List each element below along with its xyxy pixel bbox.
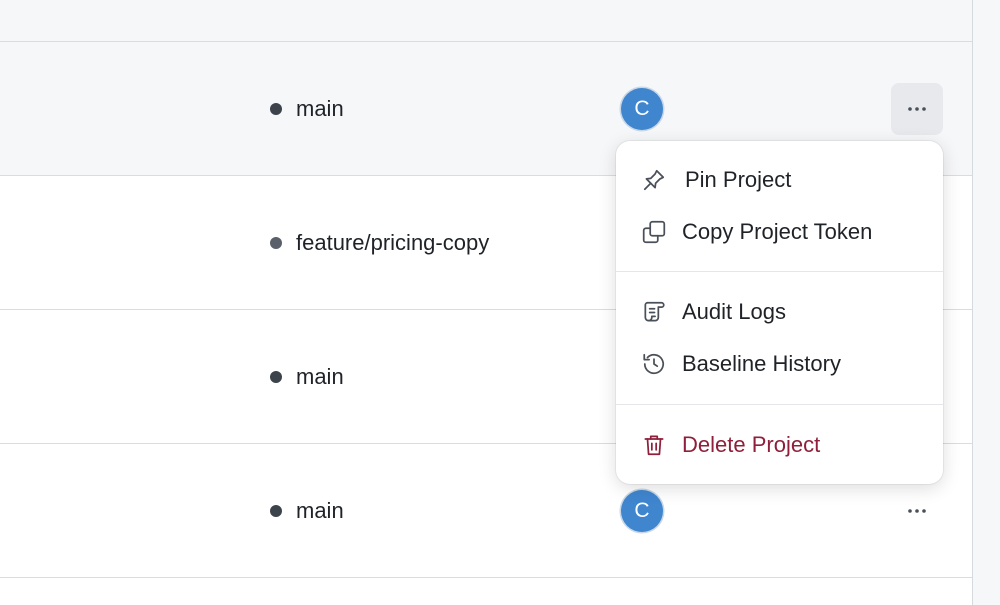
branch-cell: main xyxy=(270,498,344,524)
copy-icon xyxy=(640,218,668,246)
branch-name: main xyxy=(296,497,344,523)
branch-status-dot xyxy=(270,236,282,249)
branch-name: main xyxy=(296,363,344,389)
branch-name: feature/pricing-copy xyxy=(296,229,490,255)
ellipsis-icon xyxy=(908,106,926,111)
project-context-menu: Pin Project Copy Project Token Audit Log… xyxy=(616,141,943,484)
more-options-button[interactable] xyxy=(891,82,943,135)
branch-cell: main xyxy=(270,364,344,390)
menu-item-baseline-history[interactable]: Baseline History xyxy=(616,339,943,389)
history-icon xyxy=(640,350,668,378)
ellipsis-icon xyxy=(908,508,926,513)
menu-item-label: Audit Logs xyxy=(682,299,786,324)
menu-item-label: Baseline History xyxy=(682,351,841,376)
menu-item-label: Delete Project xyxy=(682,432,821,457)
branch-cell: feature/pricing-copy xyxy=(270,230,489,256)
menu-item-label: Copy Project Token xyxy=(682,219,873,244)
avatar[interactable]: C xyxy=(621,87,663,130)
branch-cell: main xyxy=(270,96,344,122)
branch-status-dot xyxy=(270,102,282,115)
scrollbar[interactable] xyxy=(972,0,1000,605)
menu-item-copy-project-token[interactable]: Copy Project Token xyxy=(616,207,943,257)
more-options-button[interactable] xyxy=(891,485,943,537)
avatar[interactable]: C xyxy=(621,489,663,532)
branch-status-dot xyxy=(270,504,282,517)
menu-item-delete-project[interactable]: Delete Project xyxy=(616,420,943,470)
pin-icon xyxy=(640,166,668,194)
list-header-strip xyxy=(0,0,972,42)
menu-divider xyxy=(616,404,943,405)
menu-item-pin-project[interactable]: Pin Project xyxy=(616,155,943,205)
menu-item-label: Pin Project xyxy=(685,167,792,192)
branch-name: main xyxy=(296,95,344,121)
scroll-icon xyxy=(640,298,668,326)
menu-divider xyxy=(616,271,943,272)
branch-status-dot xyxy=(270,370,282,383)
trash-icon xyxy=(640,431,668,459)
menu-item-audit-logs[interactable]: Audit Logs xyxy=(616,287,943,337)
